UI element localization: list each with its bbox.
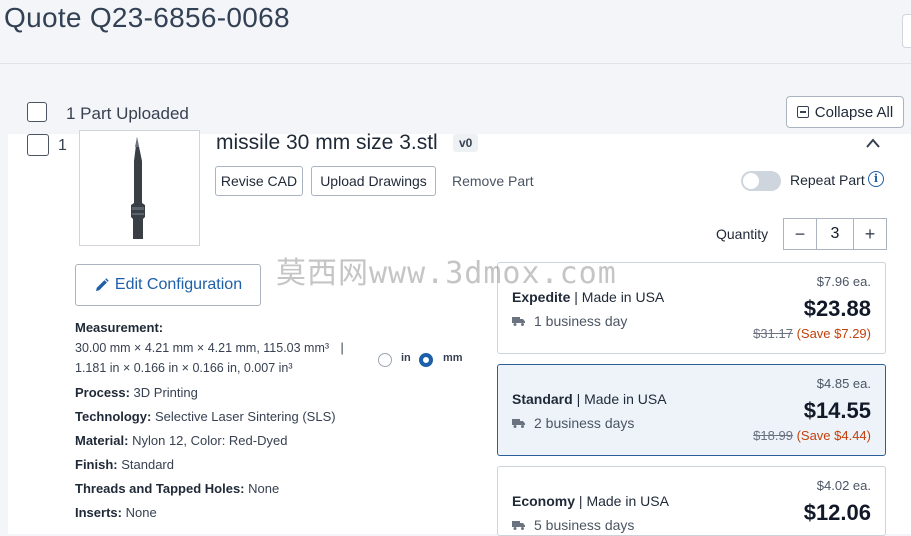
unit-in-radio[interactable] xyxy=(378,353,392,367)
inserts-value: None xyxy=(125,505,157,520)
unit-mm-label: mm xyxy=(443,352,463,364)
measurement-mm: 30.00 mm × 4.21 mm × 4.21 mm, 115.03 mm³ xyxy=(75,341,330,355)
edit-configuration-label: Edit Configuration xyxy=(114,276,243,293)
quantity-stepper[interactable]: − 3 + xyxy=(783,218,887,250)
process-key: Process: xyxy=(75,385,130,400)
collapse-all-label: Collapse All xyxy=(814,103,894,121)
quantity-value[interactable]: 3 xyxy=(816,219,854,249)
page-title: Quote Q23-6856-0068 xyxy=(4,2,290,33)
select-all-checkbox[interactable] xyxy=(27,102,47,122)
info-icon[interactable]: i xyxy=(868,171,884,187)
unit-mm-radio[interactable] xyxy=(419,353,433,367)
parts-uploaded-count: 1 Part Uploaded xyxy=(66,104,189,123)
inserts-key: Inserts: xyxy=(75,505,122,520)
collapse-icon xyxy=(796,106,809,118)
pricing-option-economy[interactable]: Economy | Made in USA 5 business days $4… xyxy=(497,466,886,536)
quantity-label: Quantity xyxy=(716,226,769,242)
unit-price: $4.85 ea. xyxy=(816,376,871,391)
finish-value: Standard xyxy=(121,457,174,472)
pencil-icon xyxy=(95,277,109,291)
upload-drawings-button[interactable]: Upload Drawings xyxy=(311,166,436,196)
collapse-all-button[interactable]: Collapse All xyxy=(786,96,904,128)
part-index: 1 xyxy=(58,137,67,154)
truck-icon xyxy=(512,419,525,428)
part-thumbnail[interactable] xyxy=(79,130,200,246)
repeat-part-label: Repeat Part xyxy=(790,172,865,188)
part-select-checkbox[interactable] xyxy=(27,134,49,156)
threads-value: None xyxy=(248,481,280,496)
truck-icon xyxy=(512,521,525,530)
process-value: 3D Printing xyxy=(133,385,198,400)
pricing-option-expedite[interactable]: Expedite | Made in USA 1 business day $7… xyxy=(497,262,886,354)
unit-in-label: in xyxy=(401,352,411,364)
header-divider xyxy=(0,63,911,64)
original-price: $18.99 (Save $4.44) xyxy=(753,428,871,443)
tier-label: Expedite | Made in USA xyxy=(512,289,665,305)
part-filename[interactable]: missile 30 mm size 3.stl xyxy=(216,131,438,155)
version-badge: v0 xyxy=(453,134,479,152)
tier-label: Standard | Made in USA xyxy=(512,391,667,407)
total-price: $14.55 xyxy=(803,398,871,423)
repeat-part-toggle[interactable] xyxy=(741,171,781,191)
measurement-key: Measurement: xyxy=(75,320,164,335)
edit-configuration-button[interactable]: Edit Configuration xyxy=(75,264,261,306)
threads-key: Threads and Tapped Holes: xyxy=(75,481,245,496)
total-price: $12.06 xyxy=(803,500,871,525)
delivery-time: 1 business day xyxy=(512,313,627,329)
missile-preview-image xyxy=(131,137,145,239)
original-price: $31.17 (Save $7.29) xyxy=(753,326,871,341)
quantity-decrement-button[interactable]: − xyxy=(784,219,816,249)
technology-value: Selective Laser Sintering (SLS) xyxy=(154,409,336,424)
remove-part-button[interactable]: Remove Part xyxy=(452,173,534,189)
total-price: $23.88 xyxy=(803,296,871,321)
header-action-button[interactable] xyxy=(902,14,911,48)
measurement-separator: | xyxy=(340,341,344,355)
truck-icon xyxy=(512,317,525,326)
unit-price: $4.02 ea. xyxy=(816,478,871,493)
tier-label: Economy | Made in USA xyxy=(512,493,669,509)
quantity-increment-button[interactable]: + xyxy=(854,219,886,249)
unit-price: $7.96 ea. xyxy=(816,274,871,289)
measurement-in: 1.181 in × 0.166 in × 0.166 in, 0.007 in… xyxy=(75,361,293,375)
finish-key: Finish: xyxy=(75,457,118,472)
chevron-up-icon[interactable] xyxy=(866,136,880,150)
material-value: Nylon 12, Color: Red-Dyed xyxy=(132,433,288,448)
technology-key: Technology: xyxy=(75,409,152,424)
revise-cad-button[interactable]: Revise CAD xyxy=(215,166,303,196)
pricing-option-standard[interactable]: Standard | Made in USA 2 business days $… xyxy=(497,364,886,456)
toggle-knob xyxy=(743,173,759,189)
delivery-time: 2 business days xyxy=(512,415,634,431)
material-key: Material: xyxy=(75,433,129,448)
